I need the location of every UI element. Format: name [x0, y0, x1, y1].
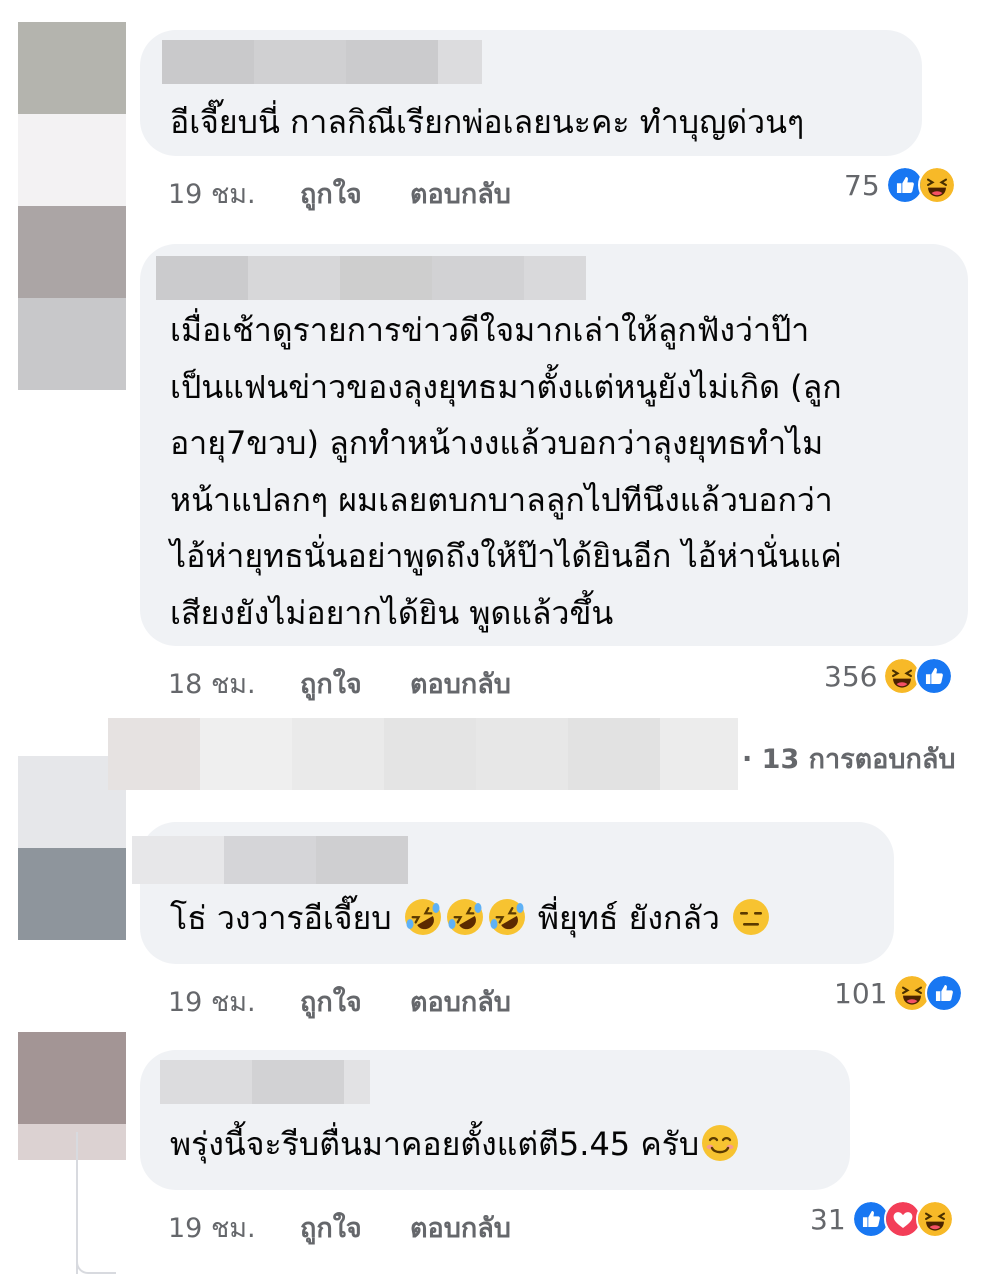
reply-thread-line	[76, 1132, 78, 1274]
comment-timestamp[interactable]: 19 ชม.	[168, 172, 300, 215]
like-icon	[925, 974, 964, 1012]
like-button[interactable]: ถูกใจ	[300, 662, 410, 705]
comment-text: โธ่ วงวารอีเจี๊ยบ พี่ยุทธ์ ยังกลัว	[170, 890, 772, 947]
reaction-summary[interactable]: 101	[834, 974, 964, 1012]
reply-button[interactable]: ตอบกลับ	[410, 1206, 511, 1249]
comment-text-part: โธ่ วงวารอีเจี๊ยบ	[170, 899, 392, 937]
view-replies-link[interactable]: · 13 การตอบกลับ	[742, 737, 956, 780]
comment-actions: 18 ชม. ถูกใจ ตอบกลับ	[168, 662, 511, 705]
comment-actions: 19 ชม. ถูกใจ ตอบกลับ	[168, 980, 511, 1023]
commenter-name-blurred[interactable]	[160, 1060, 370, 1104]
reaction-summary[interactable]: 75	[844, 166, 956, 204]
comment-text-part: พี่ยุทธ์ ยังกลัว	[537, 899, 720, 937]
like-button[interactable]: ถูกใจ	[300, 1206, 410, 1249]
commenter-name-blurred[interactable]	[132, 836, 408, 884]
reply-button[interactable]: ตอบกลับ	[410, 172, 511, 215]
expressionless-emoji	[731, 897, 771, 937]
comment-text: อีเจี๊ยบนี่ กาลกิณีเรียกพ่อเลยนะคะ ทำบุญ…	[170, 103, 805, 141]
like-icon	[915, 657, 954, 695]
reaction-count: 101	[834, 976, 888, 1010]
reply-button[interactable]: ตอบกลับ	[410, 662, 511, 705]
like-button[interactable]: ถูกใจ	[300, 172, 410, 215]
reaction-summary[interactable]: 356	[824, 657, 954, 695]
comment-timestamp[interactable]: 18 ชม.	[168, 662, 300, 705]
smiling-face-emoji	[700, 1123, 740, 1163]
like-button[interactable]: ถูกใจ	[300, 980, 410, 1023]
haha-icon	[915, 1200, 954, 1238]
commenter-name-blurred[interactable]	[162, 40, 482, 84]
comment-text: เสียงยังไม่อยากได้ยิน พูดแล้วขึ้น	[170, 594, 614, 632]
comment-text-part: พรุ่งนี้จะรีบตื่นมาคอยตั้งแต่ตี5.45 ครับ	[170, 1125, 700, 1163]
comment-text: พรุ่งนี้จะรีบตื่นมาคอยตั้งแต่ตี5.45 ครับ	[170, 1116, 741, 1173]
reaction-count: 31	[810, 1202, 846, 1236]
comment-actions: 19 ชม. ถูกใจ ตอบกลับ	[168, 172, 511, 215]
rofl-emoji	[445, 897, 485, 937]
comment-text: อายุ7ขวบ) ลูกทำหน้างงแล้วบอกว่าลุงยุทธทำ…	[170, 424, 824, 462]
avatar[interactable]	[18, 1032, 126, 1160]
comment-text: ไอ้ห่ายุทธนั่นอย่าพูดถึงให้ป๊าได้ยินอีก …	[170, 537, 842, 575]
avatar[interactable]	[18, 206, 126, 390]
comment-timestamp[interactable]: 19 ชม.	[168, 980, 300, 1023]
comment-timestamp[interactable]: 19 ชม.	[168, 1206, 300, 1249]
reply-thread-line	[76, 1262, 116, 1274]
comment-text: เป็นแฟนข่าวของลุงยุทธมาตั้งแต่หนูยังไม่เ…	[170, 368, 842, 406]
reaction-count: 356	[824, 659, 878, 693]
rofl-emoji	[487, 897, 527, 937]
haha-icon	[917, 166, 956, 204]
commenter-name-blurred[interactable]	[156, 256, 586, 300]
comment-text: เมื่อเช้าดูรายการข่าวดีใจมากเล่าให้ลูกฟั…	[170, 311, 810, 349]
reaction-summary[interactable]: 31	[810, 1200, 954, 1238]
view-replies-blurred[interactable]	[108, 718, 738, 790]
reply-button[interactable]: ตอบกลับ	[410, 980, 511, 1023]
reaction-count: 75	[844, 168, 880, 202]
comment-actions: 19 ชม. ถูกใจ ตอบกลับ	[168, 1206, 511, 1249]
rofl-emoji	[403, 897, 443, 937]
comment-text: หน้าแปลกๆ ผมเลยตบกบาลลูกไปทีนึงแล้วบอกว่…	[170, 481, 833, 519]
avatar[interactable]	[18, 22, 126, 206]
